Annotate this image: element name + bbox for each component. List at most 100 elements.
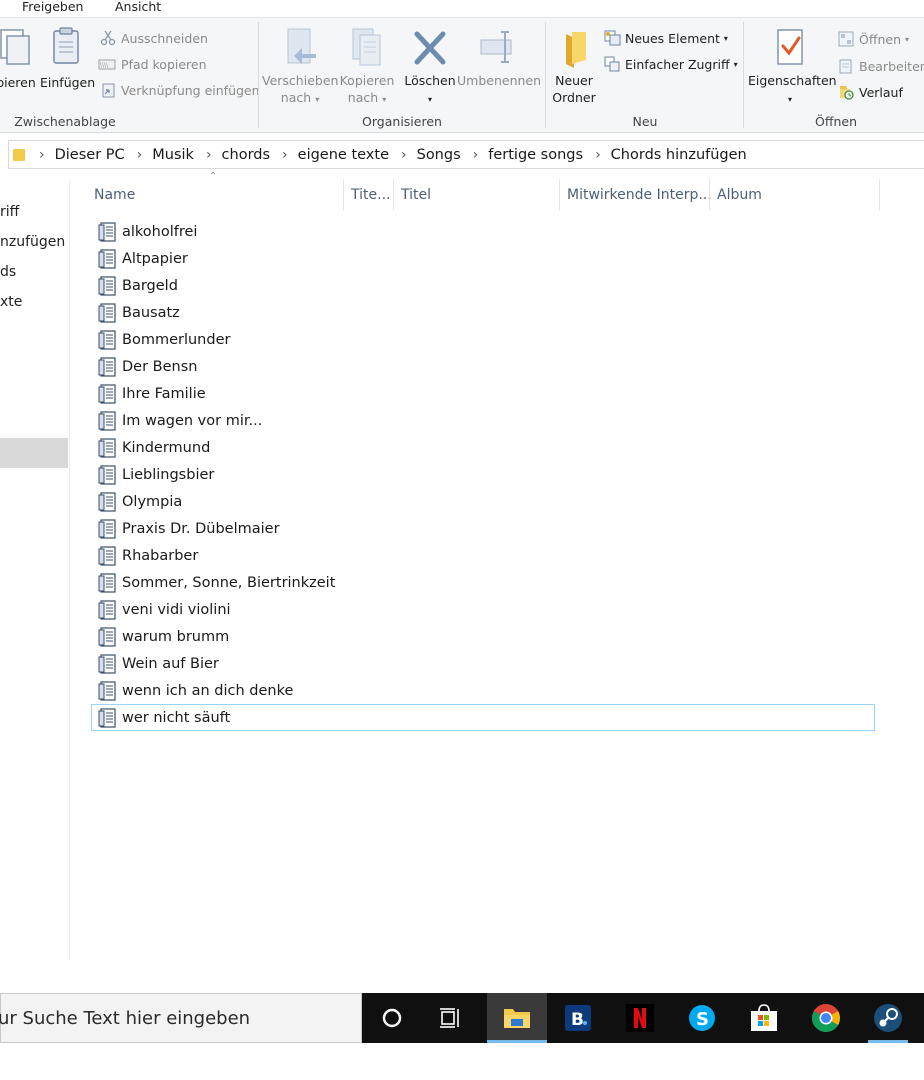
nav-item[interactable]: riff [0, 204, 19, 220]
taskbar-search-box[interactable]: ur Suche Text hier eingeben [0, 993, 362, 1043]
file-name: Ihre Familie [122, 385, 206, 402]
chevron-right-icon[interactable]: › [39, 147, 45, 163]
easy-access-icon [604, 56, 620, 72]
nav-item[interactable]: nzufügen [0, 234, 65, 250]
file-row[interactable]: Bommerlunder [91, 326, 875, 353]
task-view-button[interactable] [422, 993, 482, 1043]
file-row[interactable]: Bausatz [91, 299, 875, 326]
file-row[interactable]: wenn ich an dich denke [91, 677, 875, 704]
column-title[interactable]: Titel [394, 179, 559, 210]
tab-share[interactable]: Freigeben [22, 0, 83, 14]
chrome-icon [812, 1004, 840, 1032]
paste-button[interactable]: Einfügen [40, 26, 95, 91]
breadcrumb-this-pc[interactable]: Dieser PC [55, 147, 125, 163]
file-row[interactable]: Bargeld [91, 272, 875, 299]
new-group-label: Neu [632, 114, 658, 129]
file-explorer-taskbar-button[interactable] [487, 993, 547, 1043]
file-row[interactable]: Wein auf Bier [91, 650, 875, 677]
chevron-right-icon[interactable]: › [282, 147, 288, 163]
breadcrumb-current-folder[interactable]: Chords hinzufügen [611, 147, 747, 163]
file-row[interactable]: Im wagen vor mir... [91, 407, 875, 434]
tab-view[interactable]: Ansicht [115, 0, 161, 14]
document-file-icon [98, 437, 118, 458]
paste-shortcut-button[interactable]: Verknüpfung einfügen [100, 80, 260, 100]
column-album[interactable]: Album [710, 179, 879, 210]
address-bar[interactable]: › Dieser PC › Musik › chords › eigene te… [8, 140, 924, 169]
paste-shortcut-icon [100, 82, 116, 98]
breadcrumb-fertige-songs[interactable]: fertige songs [488, 147, 583, 163]
breadcrumb-eigene-texte[interactable]: eigene texte [298, 147, 389, 163]
microsoft-store-taskbar-button[interactable] [734, 993, 794, 1043]
copy-path-button[interactable]: \\\\ Pfad kopieren [98, 54, 207, 74]
file-row[interactable]: Ihre Familie [91, 380, 875, 407]
steam-taskbar-button[interactable] [858, 993, 918, 1043]
file-name: warum brumm [122, 628, 230, 645]
cortana-button[interactable] [362, 993, 422, 1043]
chevron-right-icon[interactable]: › [137, 147, 143, 163]
ribbon-tab-bar: Freigeben Ansicht [0, 0, 924, 18]
column-contributing-artists[interactable]: Mitwirkende Interp... [560, 179, 712, 210]
copy-to-button[interactable]: Kopieren nach ▾ [336, 26, 398, 108]
netflix-icon [626, 1004, 654, 1032]
chevron-down-icon: ▾ [733, 59, 738, 69]
open-button[interactable]: Öffnen ▾ [838, 29, 909, 49]
skype-taskbar-button[interactable]: S [672, 993, 732, 1043]
clipboard-icon [53, 27, 79, 64]
nav-item[interactable]: ds [0, 264, 16, 280]
move-to-button[interactable]: Verschieben nach ▾ [262, 26, 338, 108]
edit-button[interactable]: Bearbeiten [838, 56, 924, 76]
folder-icon [13, 148, 25, 161]
column-track-number[interactable]: Tite... [344, 179, 393, 210]
scissors-icon [100, 30, 116, 46]
file-row[interactable]: Olympia [91, 488, 875, 515]
netflix-taskbar-button[interactable] [610, 993, 670, 1043]
file-row[interactable]: Sommer, Sonne, Biertrinkzeit [91, 569, 875, 596]
svg-text:\\\\: \\\\ [100, 62, 109, 69]
delete-button[interactable]: Löschen ▾ [403, 26, 457, 108]
file-name: Bargeld [122, 277, 178, 294]
file-row[interactable]: wer nicht säuft [91, 704, 875, 731]
easy-access-button[interactable]: Einfacher Zugriff ▾ [604, 54, 738, 74]
file-row[interactable]: Lieblingsbier [91, 461, 875, 488]
document-file-icon [98, 464, 118, 485]
file-row[interactable]: Der Bensn [91, 353, 875, 380]
copy-path-icon: \\\\ [98, 56, 116, 72]
document-file-icon [98, 410, 118, 431]
booking-taskbar-button[interactable]: B [548, 993, 608, 1043]
nav-item[interactable]: xte [0, 294, 22, 310]
cut-button[interactable]: Ausschneiden [100, 28, 208, 48]
rename-button[interactable]: Umbenennen [457, 26, 541, 89]
nav-item-selected[interactable] [0, 438, 68, 468]
properties-checkmark-icon [777, 29, 803, 65]
file-row[interactable]: Altpapier [91, 245, 875, 272]
breadcrumb-songs[interactable]: Songs [417, 147, 461, 163]
new-folder-button[interactable]: Neuer Ordner [550, 26, 598, 106]
chevron-right-icon[interactable]: › [473, 147, 479, 163]
file-name: Bommerlunder [122, 331, 231, 348]
file-name: Im wagen vor mir... [122, 412, 263, 429]
copy-button[interactable]: pieren [0, 26, 38, 91]
chrome-taskbar-button[interactable] [796, 993, 856, 1043]
file-row[interactable]: alkoholfrei [91, 218, 875, 245]
file-row[interactable]: veni vidi violini [91, 596, 875, 623]
history-button[interactable]: Verlauf [838, 82, 903, 102]
document-file-icon [98, 545, 118, 566]
column-divider[interactable] [879, 179, 880, 210]
file-row[interactable]: Rhabarber [91, 542, 875, 569]
column-name[interactable]: Name [87, 179, 343, 210]
new-item-button[interactable]: Neues Element ▾ [604, 28, 728, 48]
chevron-right-icon[interactable]: › [595, 147, 601, 163]
file-name: Der Bensn [122, 358, 198, 375]
properties-button[interactable]: Eigenschaften ▾ [748, 26, 837, 108]
clipboard-group-label: Zwischenablage [14, 114, 116, 129]
document-file-icon [98, 599, 118, 620]
file-row[interactable]: Kindermund [91, 434, 875, 461]
chevron-right-icon[interactable]: › [401, 147, 407, 163]
file-row[interactable]: warum brumm [91, 623, 875, 650]
file-name: Sommer, Sonne, Biertrinkzeit [122, 574, 336, 591]
document-file-icon [98, 518, 118, 539]
chevron-right-icon[interactable]: › [206, 147, 212, 163]
breadcrumb-music[interactable]: Musik [152, 147, 194, 163]
breadcrumb-chords[interactable]: chords [222, 147, 271, 163]
file-row[interactable]: Praxis Dr. Dübelmaier [91, 515, 875, 542]
